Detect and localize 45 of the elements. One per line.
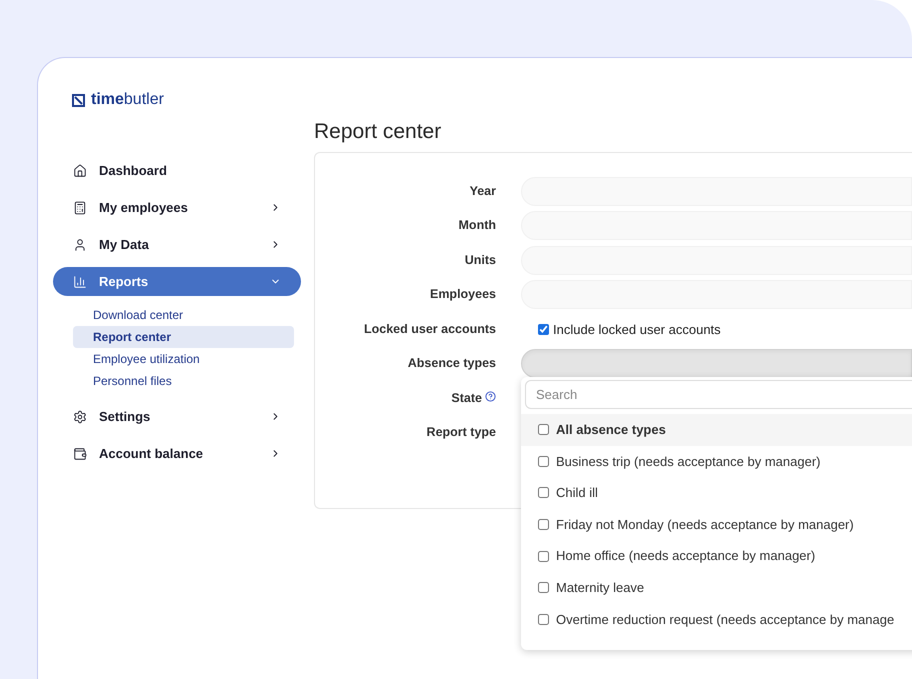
search-field[interactable]: Search <box>525 380 912 409</box>
nav-item[interactable]: My employees <box>53 193 301 222</box>
field-label: Employees <box>430 286 496 304</box>
user-icon <box>73 238 87 252</box>
field-label: Locked user accounts <box>364 320 496 338</box>
nav-item[interactable]: Dashboard <box>53 156 301 185</box>
subnav-item[interactable]: Report center <box>73 326 294 348</box>
checkbox[interactable] <box>538 424 549 436</box>
nav-item[interactable]: Settings <box>53 402 301 431</box>
checkbox[interactable] <box>538 550 549 562</box>
checkbox-label: Include locked user accounts <box>553 320 721 338</box>
logo-icon <box>72 94 85 106</box>
field-label: Units <box>464 252 496 269</box>
wallet-icon <box>73 446 87 460</box>
subnav-item[interactable]: Employee utilization <box>73 348 294 370</box>
nav-item[interactable]: Account balance <box>53 439 301 468</box>
nav-item[interactable]: Reports <box>53 267 301 296</box>
checkbox[interactable] <box>538 456 549 467</box>
checkbox[interactable] <box>538 582 549 594</box>
dropdown-option[interactable]: Child ill <box>521 477 912 509</box>
checkbox[interactable] <box>538 487 549 498</box>
field-label: Year <box>470 182 496 200</box>
dropdown-option[interactable]: Business trip (needs acceptance by manager) <box>521 446 912 478</box>
bar-chart-icon <box>73 274 87 288</box>
house-icon <box>73 164 87 178</box>
settings-icon <box>73 410 87 424</box>
dropdown-option[interactable]: Overtime reduction request (needs acceptance by manage <box>521 604 912 636</box>
subnav-item[interactable]: Personnel files <box>73 370 294 392</box>
select-field[interactable] <box>521 349 912 378</box>
logo-text: timebutler <box>91 90 164 110</box>
checkbox[interactable] <box>538 324 549 335</box>
help-icon[interactable] <box>485 390 496 402</box>
field-label: Absence types <box>408 355 496 372</box>
dropdown-option[interactable]: Maternity leave <box>521 572 912 604</box>
checkbox[interactable] <box>538 519 549 530</box>
dropdown-option[interactable]: Home office (needs acceptance by manager) <box>521 540 912 572</box>
dropdown-option[interactable]: Friday not Monday (needs acceptance by manager) <box>521 508 912 540</box>
field-label: Month <box>458 217 496 234</box>
grid-icon <box>73 200 87 214</box>
checkbox[interactable] <box>538 614 549 625</box>
field-label: Report type <box>426 424 496 442</box>
field-label: State <box>451 390 482 407</box>
nav-item[interactable]: My Data <box>53 230 301 259</box>
subnav-item[interactable]: Download center <box>73 304 294 326</box>
page-title: Report center <box>314 119 442 145</box>
